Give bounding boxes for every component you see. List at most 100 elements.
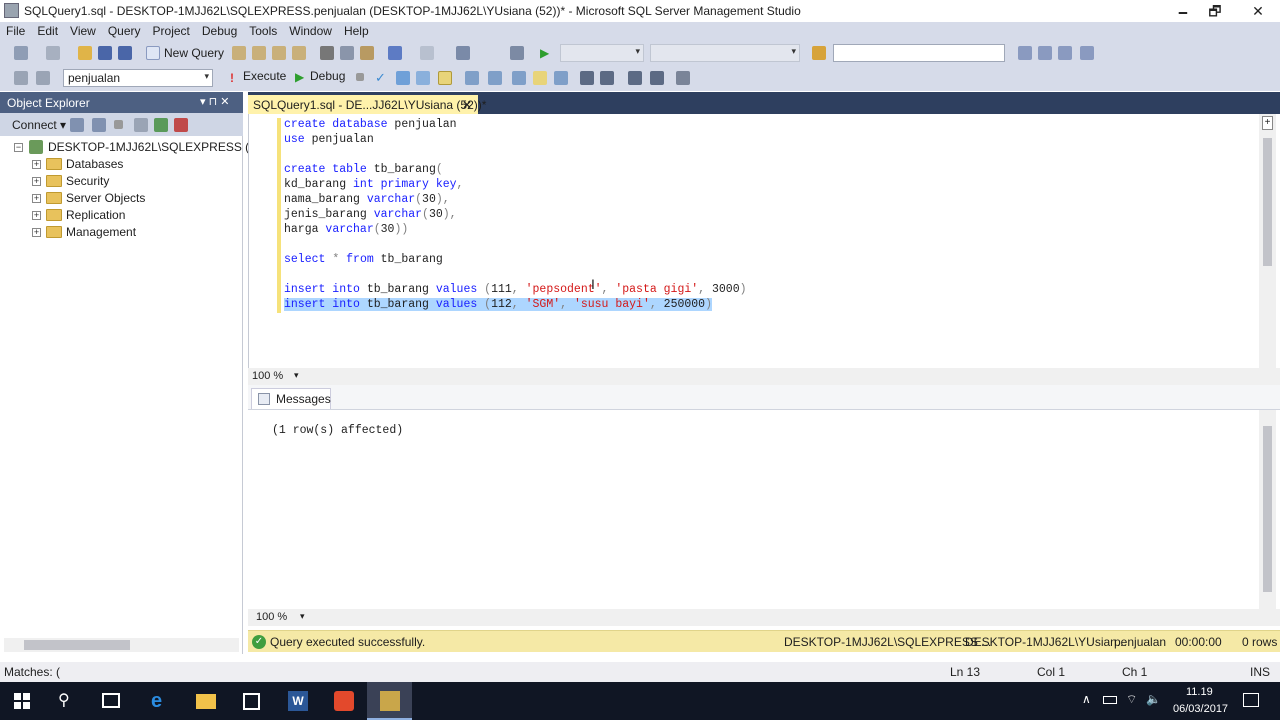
execute-icon[interactable]: ! (230, 71, 234, 85)
menu-window[interactable]: Window (283, 22, 338, 40)
display-plan-icon[interactable] (396, 71, 410, 85)
tab-close-icon[interactable]: ✕ (462, 98, 472, 112)
undo-icon[interactable] (388, 46, 402, 60)
results-to-grid-icon[interactable] (438, 71, 452, 85)
object-explorer-hscrollbar[interactable] (4, 638, 239, 652)
decrease-indent-icon[interactable] (628, 71, 642, 85)
menu-file[interactable]: File (0, 22, 31, 40)
tab-sqlquery1[interactable]: SQLQuery1.sql - DE...JJ62L\YUsiana (52))… (248, 95, 486, 114)
edge-browser-icon[interactable]: e (151, 690, 162, 713)
notification-center-icon[interactable] (1243, 693, 1259, 707)
paste-icon[interactable] (360, 46, 374, 60)
refresh-icon[interactable] (154, 118, 168, 132)
expand-management-icon[interactable]: + (32, 228, 41, 237)
collapse-server-icon[interactable]: − (14, 143, 23, 152)
platform-combo[interactable]: ▾ (650, 44, 800, 62)
connect-oe-icon[interactable] (70, 118, 84, 132)
menu-project[interactable]: Project (147, 22, 196, 40)
hscroll-thumb[interactable] (24, 640, 130, 650)
word-icon[interactable]: W (288, 691, 308, 711)
intellisense-icon[interactable] (465, 71, 479, 85)
menu-view[interactable]: View (64, 22, 102, 40)
expand-databases-icon[interactable]: + (32, 160, 41, 169)
tray-chevron-icon[interactable]: ∧ (1082, 692, 1091, 706)
menu-debug[interactable]: Debug (196, 22, 243, 40)
object-explorer-icon[interactable] (1038, 46, 1052, 60)
add-item-icon[interactable] (46, 46, 60, 60)
tree-node-databases[interactable]: Databases (66, 157, 123, 171)
parse-check-icon[interactable]: ✓ (375, 70, 386, 86)
save-all-icon[interactable] (118, 46, 132, 60)
screen-recorder-icon[interactable] (334, 691, 354, 711)
find-in-files-icon[interactable] (812, 46, 826, 60)
menu-edit[interactable]: Edit (31, 22, 64, 40)
properties-icon[interactable] (1058, 46, 1072, 60)
find-icon[interactable] (510, 46, 524, 60)
specify-values-icon[interactable] (676, 71, 690, 85)
redo-icon[interactable] (420, 46, 434, 60)
cut-icon[interactable] (320, 46, 334, 60)
connect-icon[interactable] (14, 71, 28, 85)
expand-replication-icon[interactable]: + (32, 211, 41, 220)
analysis-query-icon[interactable] (252, 46, 266, 60)
open-folder-icon[interactable] (78, 46, 92, 60)
stop-icon[interactable] (114, 120, 123, 129)
new-query-button[interactable]: New Query (164, 46, 224, 60)
find-combo[interactable] (833, 44, 1005, 62)
expand-security-icon[interactable]: + (32, 177, 41, 186)
include-plan-icon[interactable] (488, 71, 502, 85)
wifi-icon[interactable]: ⌔ (1126, 692, 1137, 707)
tree-node-security[interactable]: Security (66, 174, 109, 188)
results-to-text-icon[interactable] (533, 71, 547, 85)
messages-pane[interactable]: (1 row(s) affected) (248, 410, 1280, 608)
save-icon[interactable] (98, 46, 112, 60)
windows-start-icon[interactable] (14, 693, 30, 709)
solution-config-combo[interactable]: ▾ (560, 44, 644, 62)
file-explorer-icon[interactable] (196, 694, 216, 709)
menu-help[interactable]: Help (338, 22, 375, 40)
tree-node-replication[interactable]: Replication (66, 208, 125, 222)
vscroll-thumb[interactable] (1263, 138, 1272, 266)
expand-server-objects-icon[interactable]: + (32, 194, 41, 203)
store-icon[interactable] (243, 693, 260, 710)
navigate-icon[interactable] (456, 46, 470, 60)
split-icon[interactable]: + (1262, 116, 1273, 130)
results-zoom-combo[interactable]: 100 % (256, 611, 287, 623)
menu-query[interactable]: Query (102, 22, 147, 40)
search-icon[interactable]: ⚲ (58, 690, 70, 710)
tray-time[interactable]: 11.19 (1186, 686, 1213, 698)
query-editor[interactable] (248, 114, 1280, 368)
panel-pin-close-icons[interactable]: ▾ ⊓ ✕ (200, 95, 229, 108)
connect-button[interactable]: Connect ▾ (12, 118, 66, 132)
close-button[interactable]: ✕ (1235, 0, 1280, 22)
zoom-dropdown-icon[interactable]: ▾ (300, 611, 305, 622)
start-debug-icon[interactable]: ▶ (540, 46, 549, 60)
volume-icon[interactable]: 🔈 (1146, 692, 1161, 706)
zoom-dropdown-icon[interactable]: ▾ (294, 370, 299, 381)
debug-button[interactable]: Debug (310, 69, 345, 83)
execute-button[interactable]: Execute (243, 69, 286, 83)
available-databases-combo[interactable]: penjualan ▾ (63, 69, 213, 87)
results-to-file-icon[interactable] (554, 71, 568, 85)
menu-tools[interactable]: Tools (243, 22, 283, 40)
tree-node-management[interactable]: Management (66, 225, 136, 239)
new-query-icon[interactable] (146, 46, 160, 60)
ssms-taskbar-button[interactable] (367, 682, 412, 720)
xmla-query-icon[interactable] (292, 46, 306, 60)
toolbox-icon[interactable] (1080, 46, 1094, 60)
restore-button[interactable]: 🗗 (1192, 0, 1238, 22)
query-designer-icon[interactable] (416, 71, 430, 85)
dmx-query-icon[interactable] (272, 46, 286, 60)
registered-servers-icon[interactable] (1018, 46, 1032, 60)
tray-date[interactable]: 06/03/2017 (1173, 703, 1228, 715)
editor-zoom-combo[interactable]: 100 % (252, 370, 283, 382)
debug-play-icon[interactable]: ▶ (295, 70, 304, 84)
cancel-query-icon[interactable] (356, 73, 364, 81)
filter-icon[interactable] (134, 118, 148, 132)
activity-monitor-icon[interactable] (174, 118, 188, 132)
comment-icon[interactable] (580, 71, 594, 85)
uncomment-icon[interactable] (600, 71, 614, 85)
copy-icon[interactable] (340, 46, 354, 60)
database-engine-query-icon[interactable] (232, 46, 246, 60)
client-stats-icon[interactable] (512, 71, 526, 85)
